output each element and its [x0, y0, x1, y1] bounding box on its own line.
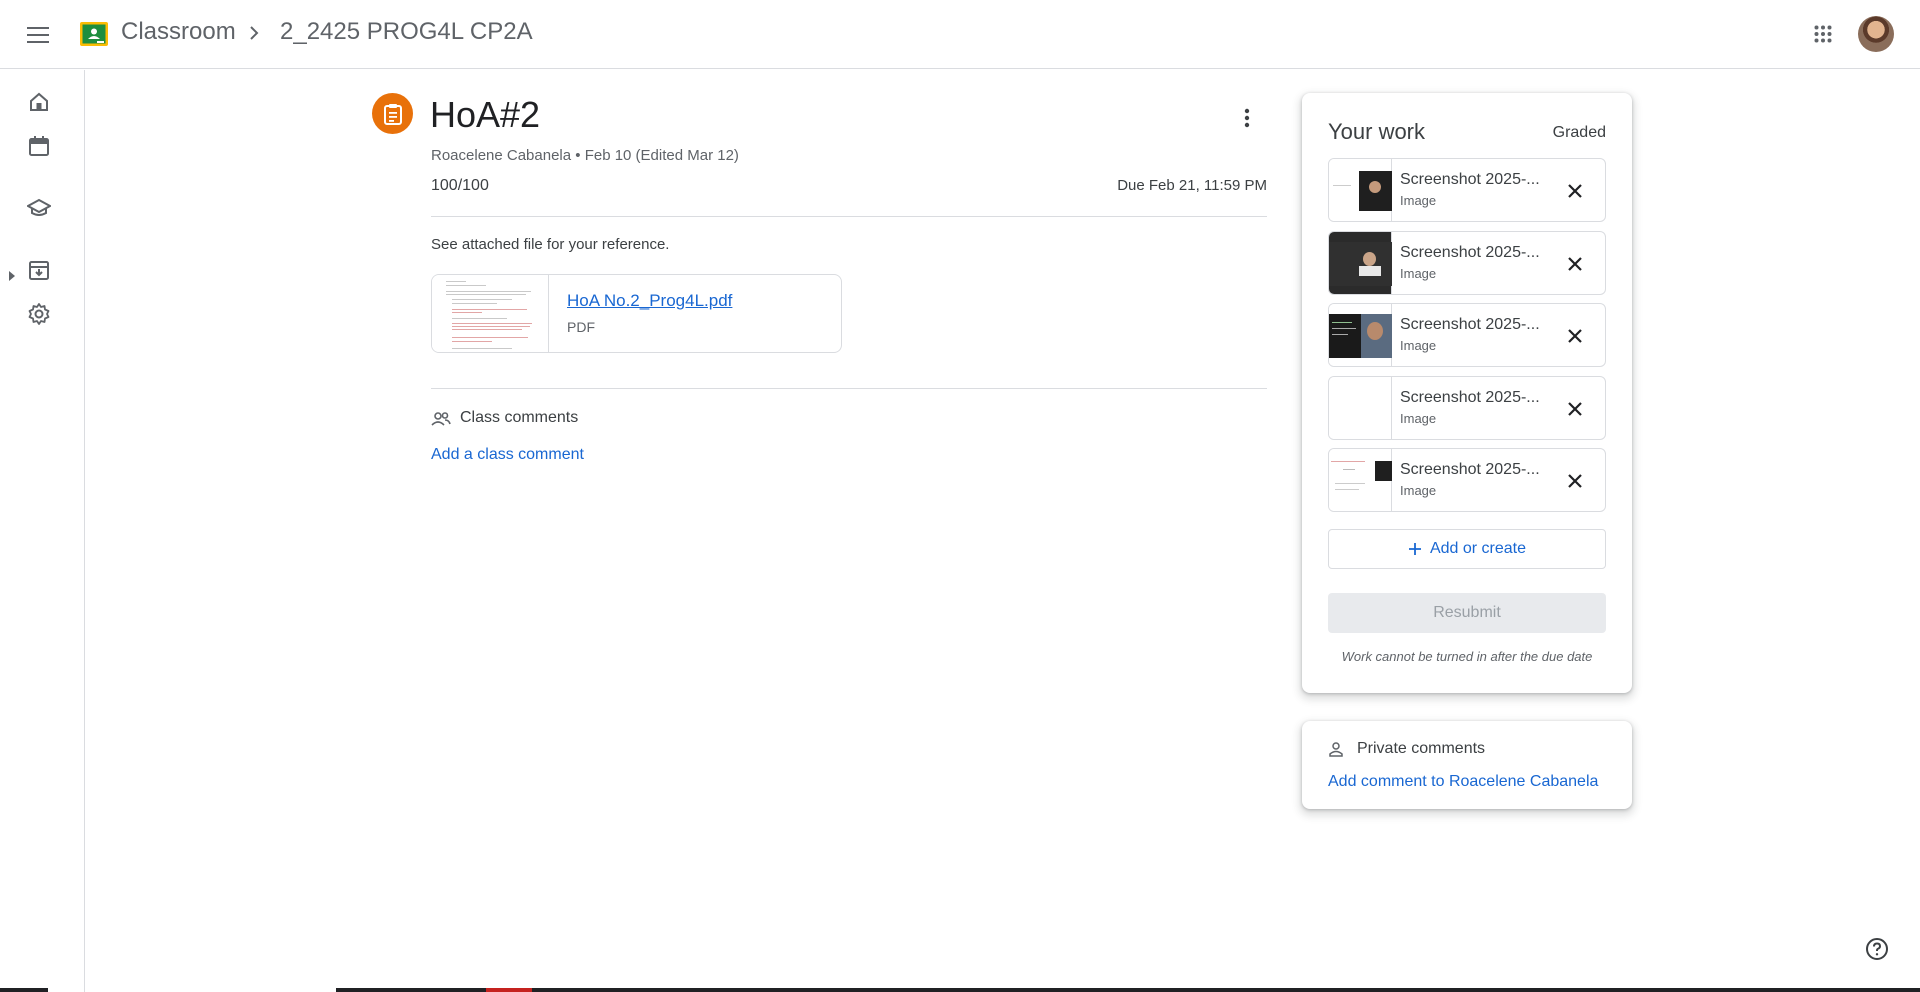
- grade-status: Graded: [1552, 124, 1606, 141]
- resubmit-button[interactable]: Resubmit: [1328, 593, 1606, 633]
- remove-file-button[interactable]: [1563, 324, 1587, 348]
- app-title-link[interactable]: Classroom: [121, 18, 236, 46]
- archive-icon: [29, 261, 49, 280]
- enrolled-expand-caret-icon[interactable]: [9, 271, 15, 281]
- file-name: Screenshot 2025-...: [1400, 171, 1540, 188]
- more-options-button[interactable]: [1229, 100, 1265, 136]
- more-vert-icon: [1244, 108, 1250, 128]
- your-work-title: Your work: [1328, 119, 1426, 144]
- rail-item-archived[interactable]: [24, 255, 54, 285]
- close-icon: [1568, 184, 1582, 198]
- attachment-type: PDF: [567, 319, 595, 335]
- close-icon: [1568, 257, 1582, 271]
- close-icon: [1568, 329, 1582, 343]
- gear-icon: [28, 303, 50, 325]
- taskbar-edge: [0, 988, 1920, 992]
- file-name: Screenshot 2025-...: [1400, 389, 1540, 406]
- rail-item-calendar[interactable]: [24, 131, 54, 161]
- attachment-card[interactable]: HoA No.2_Prog4L.pdf PDF: [431, 274, 842, 353]
- add-or-create-button[interactable]: Add or create: [1328, 529, 1606, 569]
- rail-item-settings[interactable]: [24, 299, 54, 329]
- divider: [431, 388, 1267, 389]
- add-or-create-label: Add or create: [1429, 540, 1527, 557]
- help-icon: [1866, 938, 1888, 960]
- file-type: Image: [1400, 338, 1437, 353]
- remove-file-button[interactable]: [1563, 397, 1587, 421]
- top-app-bar: Classroom 2_2425 PROG4L CP2A: [0, 0, 1920, 69]
- class-name-link[interactable]: 2_2425 PROG4L CP2A: [280, 18, 533, 46]
- file-type: Image: [1400, 266, 1437, 281]
- home-icon: [30, 92, 48, 111]
- person-icon: [1329, 742, 1343, 757]
- assignment-title: HoA#2: [430, 94, 541, 135]
- file-thumbnail: [1329, 449, 1392, 511]
- private-comments-label: Private comments: [1357, 740, 1486, 757]
- rail-item-enrolled[interactable]: [24, 193, 54, 223]
- file-name: Screenshot 2025-...: [1400, 461, 1540, 478]
- assignment-clipboard-icon: [383, 103, 402, 125]
- attachment-thumbnail: [432, 275, 549, 352]
- assignment-type-icon: [372, 93, 413, 134]
- close-icon: [1568, 402, 1582, 416]
- assignment-due-date: Due Feb 21, 11:59 PM: [1117, 177, 1267, 194]
- your-work-card: Your work Graded Screenshot 2025-... Ima…: [1302, 93, 1632, 693]
- google-apps-button[interactable]: [1803, 14, 1843, 54]
- assignment-meta: Roacelene Cabanela • Feb 10 (Edited Mar …: [431, 147, 739, 164]
- hamburger-menu-icon: [27, 27, 49, 43]
- assignment-points: 100/100: [431, 177, 489, 194]
- help-button[interactable]: [1862, 934, 1892, 964]
- main-menu-button[interactable]: [18, 15, 58, 55]
- file-type: Image: [1400, 483, 1437, 498]
- school-icon: [27, 198, 51, 216]
- file-thumbnail: [1329, 232, 1392, 294]
- navigation-rail: [0, 70, 85, 992]
- classroom-logo-icon: [80, 22, 108, 46]
- submitted-file[interactable]: Screenshot 2025-... Image: [1328, 376, 1606, 440]
- submitted-file[interactable]: Screenshot 2025-... Image: [1328, 231, 1606, 295]
- remove-file-button[interactable]: [1563, 179, 1587, 203]
- assignment-description: See attached file for your reference.: [431, 236, 670, 253]
- apps-grid-icon: [1814, 25, 1832, 43]
- file-thumbnail: [1329, 377, 1392, 439]
- rail-item-home[interactable]: [24, 87, 54, 117]
- submitted-file[interactable]: Screenshot 2025-... Image: [1328, 303, 1606, 367]
- account-avatar[interactable]: [1858, 16, 1894, 52]
- private-comments-card: Private comments Add comment to Roacelen…: [1302, 721, 1632, 809]
- submission-note: Work cannot be turned in after the due d…: [1341, 649, 1593, 664]
- remove-file-button[interactable]: [1563, 469, 1587, 493]
- divider: [431, 216, 1267, 217]
- file-thumbnail: [1329, 159, 1392, 221]
- file-type: Image: [1400, 193, 1437, 208]
- plus-icon: [1408, 543, 1421, 555]
- submitted-file[interactable]: Screenshot 2025-... Image: [1328, 158, 1606, 222]
- close-icon: [1568, 474, 1582, 488]
- breadcrumb-chevron-icon: [250, 26, 259, 40]
- people-icon: [431, 412, 451, 426]
- file-type: Image: [1400, 411, 1437, 426]
- add-class-comment-link[interactable]: Add a class comment: [431, 446, 584, 464]
- class-comments-label: Class comments: [460, 409, 579, 426]
- add-private-comment-link[interactable]: Add comment to Roacelene Cabanela: [1328, 773, 1598, 791]
- file-name: Screenshot 2025-...: [1400, 316, 1540, 333]
- file-thumbnail: [1329, 304, 1392, 366]
- submitted-file[interactable]: Screenshot 2025-... Image: [1328, 448, 1606, 512]
- calendar-icon: [29, 136, 49, 156]
- attachment-name-link[interactable]: HoA No.2_Prog4L.pdf: [567, 291, 732, 311]
- file-name: Screenshot 2025-...: [1400, 244, 1540, 261]
- remove-file-button[interactable]: [1563, 252, 1587, 276]
